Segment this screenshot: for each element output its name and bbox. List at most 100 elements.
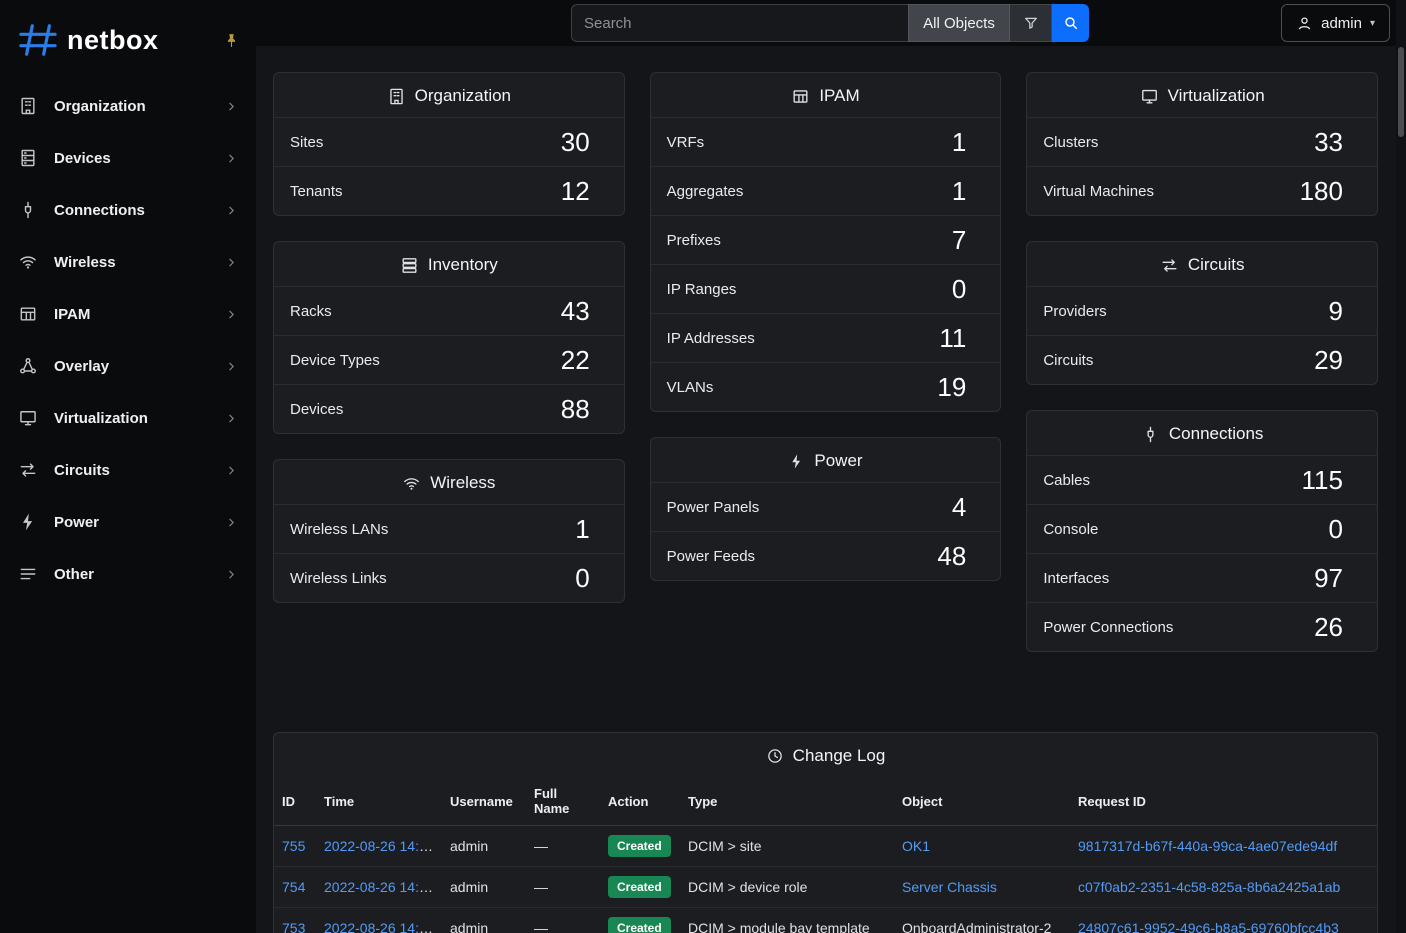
sidebar-item-connections[interactable]: Connections xyxy=(0,184,256,236)
wireless-lans-link[interactable]: Wireless LANs xyxy=(290,521,388,538)
card-header: Virtualization xyxy=(1027,73,1377,117)
change-time-link[interactable]: 2022-08-26 14:22 xyxy=(324,838,435,854)
change-request-id-link[interactable]: 24807c61-9952-49c6-b8a5-69760bfcc4b3 xyxy=(1078,920,1339,933)
card-power: Power Power Panels 4 Power Feeds 48 xyxy=(650,437,1002,581)
power-panels-link[interactable]: Power Panels xyxy=(667,499,760,516)
prefixes-count[interactable]: 7 xyxy=(952,227,966,253)
dashboard-grid: Organization Sites 30 Tenants 12 Invento… xyxy=(273,72,1378,652)
dashboard-column-2: IPAM VRFs 1 Aggregates 1 Prefixes 7 IP R… xyxy=(650,72,1002,581)
devices-link[interactable]: Devices xyxy=(290,401,343,418)
power-connections-link[interactable]: Power Connections xyxy=(1043,619,1173,636)
sidebar-item-ipam[interactable]: IPAM xyxy=(0,288,256,340)
vrfs-link[interactable]: VRFs xyxy=(667,134,705,151)
search-submit-button[interactable] xyxy=(1052,4,1089,42)
object-type-button[interactable]: All Objects xyxy=(908,4,1010,42)
racks-link[interactable]: Racks xyxy=(290,303,332,320)
netbox-logo-icon[interactable] xyxy=(16,22,60,58)
change-request-id-link[interactable]: c07f0ab2-2351-4c58-825a-8b6a2425a1ab xyxy=(1078,879,1340,895)
providers-count[interactable]: 9 xyxy=(1329,298,1343,324)
col-action: Action xyxy=(600,777,680,826)
topbar: All Objects admin ▾ xyxy=(256,0,1406,46)
change-request-id-link[interactable]: 9817317d-b67f-440a-99ca-4ae07ede94df xyxy=(1078,838,1337,854)
ip-addresses-count[interactable]: 11 xyxy=(939,325,966,351)
sidebar-item-power[interactable]: Power xyxy=(0,496,256,548)
providers-link[interactable]: Providers xyxy=(1043,303,1106,320)
graph-icon xyxy=(16,354,40,378)
ip-ranges-link[interactable]: IP Ranges xyxy=(667,281,737,298)
change-id-link[interactable]: 755 xyxy=(282,838,305,854)
change-time-link[interactable]: 2022-08-26 14:17 xyxy=(324,879,435,895)
console-link[interactable]: Console xyxy=(1043,521,1098,538)
prefixes-link[interactable]: Prefixes xyxy=(667,232,721,249)
sidebar-item-label: Connections xyxy=(54,202,145,219)
change-id-link[interactable]: 754 xyxy=(282,879,305,895)
ip-addresses-link[interactable]: IP Addresses xyxy=(667,330,755,347)
power-feeds-count[interactable]: 48 xyxy=(937,543,966,569)
wireless-links-count[interactable]: 0 xyxy=(575,565,589,591)
sites-link[interactable]: Sites xyxy=(290,134,323,151)
pin-icon[interactable] xyxy=(223,32,240,49)
sidebar-item-virtualization[interactable]: Virtualization xyxy=(0,392,256,444)
wireless-links-link[interactable]: Wireless Links xyxy=(290,570,387,587)
user-menu-button[interactable]: admin ▾ xyxy=(1281,4,1390,42)
chevron-right-icon xyxy=(225,464,238,477)
interfaces-link[interactable]: Interfaces xyxy=(1043,570,1109,587)
power-feeds-link[interactable]: Power Feeds xyxy=(667,548,755,565)
sidebar-item-other[interactable]: Other xyxy=(0,548,256,600)
wireless-lans-count[interactable]: 1 xyxy=(575,516,589,542)
device-types-link[interactable]: Device Types xyxy=(290,352,380,369)
device-types-count[interactable]: 22 xyxy=(561,347,590,373)
power-connections-count[interactable]: 26 xyxy=(1314,614,1343,640)
change-full-name: — xyxy=(526,867,600,908)
sidebar-item-label: Wireless xyxy=(54,254,116,271)
card-circuits: Circuits Providers 9 Circuits 29 xyxy=(1026,241,1378,385)
changelog-row: 754 2022-08-26 14:17 admin — Created DCI… xyxy=(274,867,1377,908)
brand-name[interactable]: netbox xyxy=(67,25,159,56)
history-icon xyxy=(766,747,784,765)
virtual-machines-link[interactable]: Virtual Machines xyxy=(1043,183,1154,200)
aggregates-count[interactable]: 1 xyxy=(952,178,966,204)
cables-count[interactable]: 115 xyxy=(1302,467,1343,493)
circuits-count[interactable]: 29 xyxy=(1314,347,1343,373)
virtual-machines-count[interactable]: 180 xyxy=(1300,178,1343,204)
vlans-link[interactable]: VLANs xyxy=(667,379,714,396)
power-panels-count[interactable]: 4 xyxy=(952,494,966,520)
building-icon xyxy=(16,94,40,118)
changelog-card: Change Log ID Time Username Full Name Ac… xyxy=(273,732,1378,933)
devices-count[interactable]: 88 xyxy=(561,396,590,422)
sidebar-item-wireless[interactable]: Wireless xyxy=(0,236,256,288)
sidebar-item-circuits[interactable]: Circuits xyxy=(0,444,256,496)
stat-row-providers: Providers 9 xyxy=(1027,286,1377,335)
vlans-count[interactable]: 19 xyxy=(937,374,966,400)
console-count[interactable]: 0 xyxy=(1329,516,1343,542)
sidebar-item-devices[interactable]: Devices xyxy=(0,132,256,184)
wifi-icon xyxy=(402,474,421,493)
list-icon xyxy=(16,562,40,586)
search-input[interactable] xyxy=(571,4,908,42)
scrollbar[interactable] xyxy=(1396,0,1406,933)
sidebar-item-organization[interactable]: Organization xyxy=(0,80,256,132)
change-object-link[interactable]: OK1 xyxy=(902,838,930,854)
change-id-link[interactable]: 753 xyxy=(282,920,305,933)
sidebar-item-overlay[interactable]: Overlay xyxy=(0,340,256,392)
user-label: admin xyxy=(1321,15,1362,32)
clusters-link[interactable]: Clusters xyxy=(1043,134,1098,151)
tenants-link[interactable]: Tenants xyxy=(290,183,343,200)
clusters-count[interactable]: 33 xyxy=(1314,129,1343,155)
action-badge: Created xyxy=(608,917,671,933)
racks-count[interactable]: 43 xyxy=(561,298,590,324)
change-time-link[interactable]: 2022-08-26 14:15 xyxy=(324,920,435,933)
sites-count[interactable]: 30 xyxy=(561,129,590,155)
vrfs-count[interactable]: 1 xyxy=(952,129,966,155)
tenants-count[interactable]: 12 xyxy=(561,178,590,204)
stat-row-racks: Racks 43 xyxy=(274,286,624,335)
change-object-link[interactable]: Server Chassis xyxy=(902,879,997,895)
aggregates-link[interactable]: Aggregates xyxy=(667,183,744,200)
scrollbar-thumb[interactable] xyxy=(1398,47,1404,137)
ip-ranges-count[interactable]: 0 xyxy=(952,276,966,302)
cables-link[interactable]: Cables xyxy=(1043,472,1090,489)
interfaces-count[interactable]: 97 xyxy=(1314,565,1343,591)
filter-icon[interactable] xyxy=(1010,4,1052,42)
circuits-link[interactable]: Circuits xyxy=(1043,352,1093,369)
stat-row-sites: Sites 30 xyxy=(274,117,624,166)
